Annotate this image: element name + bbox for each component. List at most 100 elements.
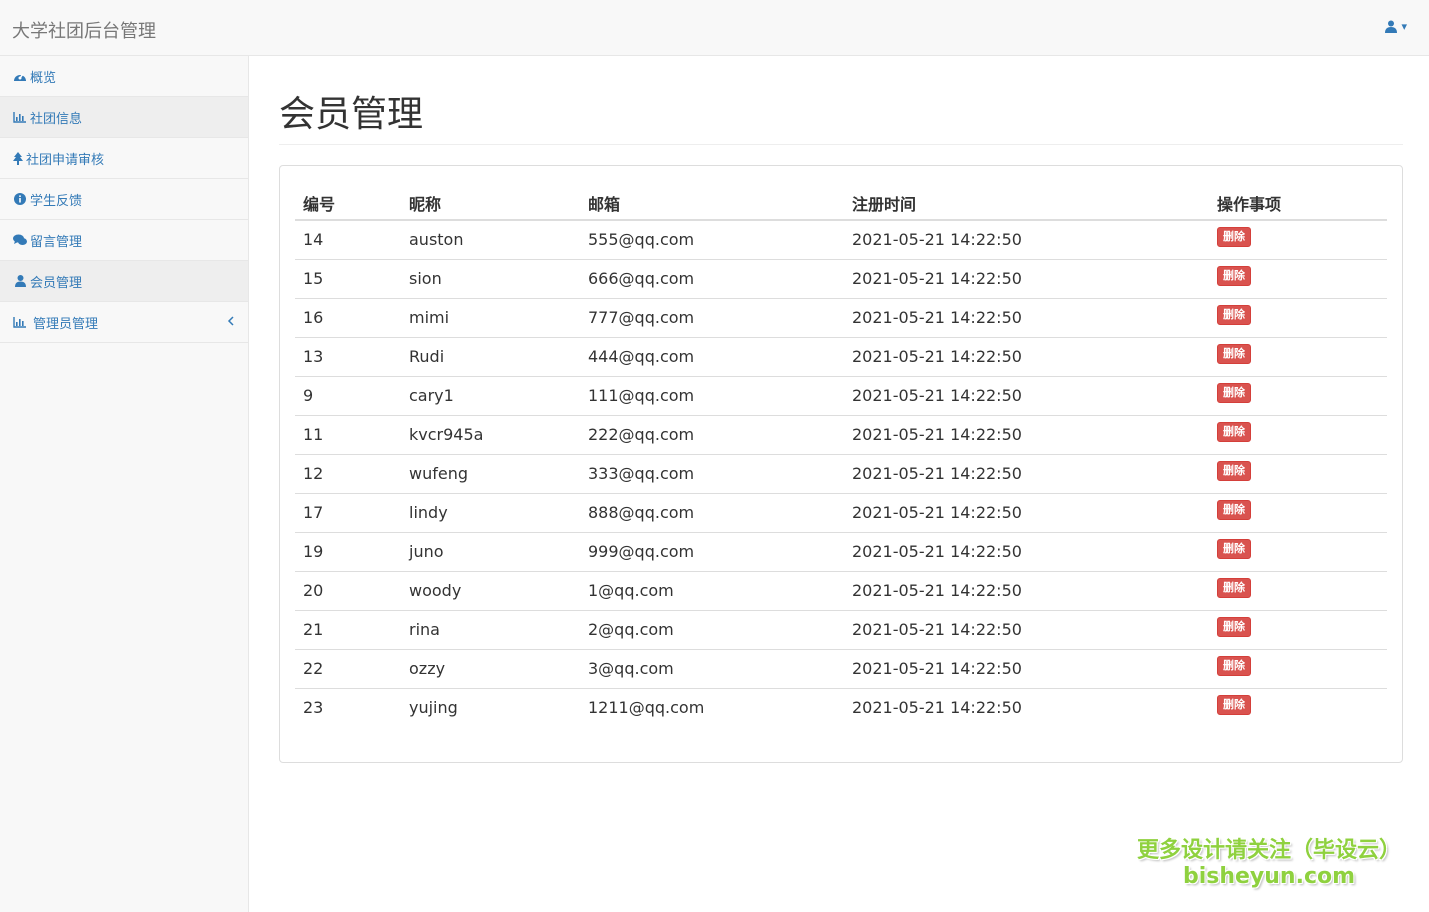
cell-register-time: 2021-05-21 14:22:50 [844,258,1209,298]
cell-id: 17 [295,492,401,532]
dashboard-icon [13,69,27,83]
sidebar-item-label: 学生反馈 [30,193,83,209]
cell-actions: 删除 [1209,648,1387,688]
cell-id: 11 [295,414,401,454]
cell-email: 1211@qq.com [580,687,844,727]
cell-email: 777@qq.com [580,297,844,337]
delete-button[interactable]: 删除 [1217,226,1251,247]
table-row: 13 Rudi 444@qq.com 2021-05-21 14:22:50 删除 [295,336,1387,376]
cell-email: 3@qq.com [580,648,844,688]
cell-register-time: 2021-05-21 14:22:50 [844,492,1209,532]
sidebar-item-label: 社团申请审核 [26,152,105,168]
table-row: 11 kvcr945a 222@qq.com 2021-05-21 14:22:50 删… [295,414,1387,454]
chevron-left-icon[interactable] [227,315,234,330]
column-header-id: 编号 [295,181,401,221]
table-row: 9 cary1 111@qq.com 2021-05-21 14:22:50 删除 [295,375,1387,415]
page-title: 会员管理 [279,94,424,135]
user-icon [13,274,27,288]
cell-actions: 删除 [1209,414,1387,454]
cell-id: 22 [295,648,401,688]
table-header-row: 编号 昵称 邮箱 注册时间 操作事项 [295,181,1387,221]
sidebar-item-overview[interactable]: 概览 [0,56,248,97]
cell-actions: 删除 [1209,531,1387,571]
table-row: 19 juno 999@qq.com 2021-05-21 14:22:50 删除 [295,531,1387,571]
cell-register-time: 2021-05-21 14:22:50 [844,570,1209,610]
bar-chart-icon [13,110,27,124]
member-table: 编号 昵称 邮箱 注册时间 操作事项 14 auston 555@qq.com 202… [295,181,1387,727]
cell-register-time: 2021-05-21 14:22:50 [844,297,1209,337]
page-header: 会员管理 [279,94,1403,145]
top-navbar: 大学社团后台管理 ▾ [0,0,1429,56]
cell-nickname: Rudi [401,336,580,376]
table-row: 16 mimi 777@qq.com 2021-05-21 14:22:50 删除 [295,297,1387,337]
sidebar-item-label: 管理员管理 [33,316,99,332]
sidebar-item-club-info[interactable]: 社团信息 [0,97,248,138]
delete-button[interactable]: 删除 [1217,265,1251,286]
delete-button[interactable]: 删除 [1217,577,1251,598]
column-header-register-time: 注册时间 [844,181,1209,221]
cell-nickname: rina [401,609,580,649]
cell-nickname: kvcr945a [401,414,580,454]
column-header-email: 邮箱 [580,181,844,221]
delete-button[interactable]: 删除 [1217,616,1251,637]
cell-nickname: lindy [401,492,580,532]
cell-nickname: juno [401,531,580,571]
cell-actions: 删除 [1209,375,1387,415]
column-header-actions: 操作事项 [1209,181,1387,221]
cell-actions: 删除 [1209,453,1387,493]
table-row: 15 sion 666@qq.com 2021-05-21 14:22:50 删除 [295,258,1387,298]
cell-id: 9 [295,375,401,415]
delete-button[interactable]: 删除 [1217,460,1251,481]
info-circle-icon [13,192,27,206]
delete-button[interactable]: 删除 [1217,382,1251,403]
tree-icon [13,151,23,165]
table-row: 20 woody 1@qq.com 2021-05-21 14:22:50 删除 [295,570,1387,610]
cell-actions: 删除 [1209,492,1387,532]
cell-register-time: 2021-05-21 14:22:50 [844,414,1209,454]
delete-button[interactable]: 删除 [1217,421,1251,442]
member-table-body: 14 auston 555@qq.com 2021-05-21 14:22:50 删除 1… [295,220,1387,727]
delete-button[interactable]: 删除 [1217,343,1251,364]
cell-register-time: 2021-05-21 14:22:50 [844,375,1209,415]
table-row: 22 ozzy 3@qq.com 2021-05-21 14:22:50 删除 [295,648,1387,688]
cell-actions: 删除 [1209,336,1387,376]
sidebar-item-feedback[interactable]: 学生反馈 [0,179,248,220]
cell-id: 16 [295,297,401,337]
sidebar-item-members[interactable]: 会员管理 [0,261,248,302]
cell-nickname: wufeng [401,453,580,493]
table-row: 17 lindy 888@qq.com 2021-05-21 14:22:50 删除 [295,492,1387,532]
cell-id: 19 [295,531,401,571]
delete-button[interactable]: 删除 [1217,499,1251,520]
bar-chart-icon [13,315,27,329]
cell-email: 666@qq.com [580,258,844,298]
sidebar-item-messages[interactable]: 留言管理 [0,220,248,261]
watermark-line1: 更多设计请关注（毕设云） [1136,838,1401,863]
cell-register-time: 2021-05-21 14:22:50 [844,648,1209,688]
cell-email: 1@qq.com [580,570,844,610]
cell-nickname: yujing [401,687,580,727]
delete-button[interactable]: 删除 [1217,655,1251,676]
delete-button[interactable]: 删除 [1217,538,1251,559]
cell-nickname: cary1 [401,375,580,415]
table-row: 21 rina 2@qq.com 2021-05-21 14:22:50 删除 [295,609,1387,649]
sidebar-item-club-review[interactable]: 社团申请审核 [0,138,248,179]
cell-email: 999@qq.com [580,531,844,571]
cell-nickname: mimi [401,297,580,337]
cell-id: 23 [295,687,401,727]
cell-register-time: 2021-05-21 14:22:50 [844,687,1209,727]
sidebar-item-admins[interactable]: 管理员管理 [0,302,248,343]
cell-nickname: auston [409,230,464,250]
app-brand[interactable]: 大学社团后台管理 [12,17,156,43]
cell-actions: 删除 [1209,570,1387,610]
cell-id: 21 [295,609,401,649]
delete-button[interactable]: 删除 [1217,694,1251,715]
cell-email: 111@qq.com [580,375,844,415]
cell-register-time: 2021-05-21 14:22:50 [852,230,1022,250]
sidebar-item-label: 概览 [30,70,57,86]
cell-register-time: 2021-05-21 14:22:50 [844,609,1209,649]
delete-button[interactable]: 删除 [1217,304,1251,325]
watermark: 更多设计请关注（毕设云） bisheyun.com [1137,838,1401,890]
user-icon [1385,20,1398,33]
user-menu-dropdown[interactable]: ▾ [1385,20,1407,33]
cell-actions: 删除 [1209,258,1387,298]
